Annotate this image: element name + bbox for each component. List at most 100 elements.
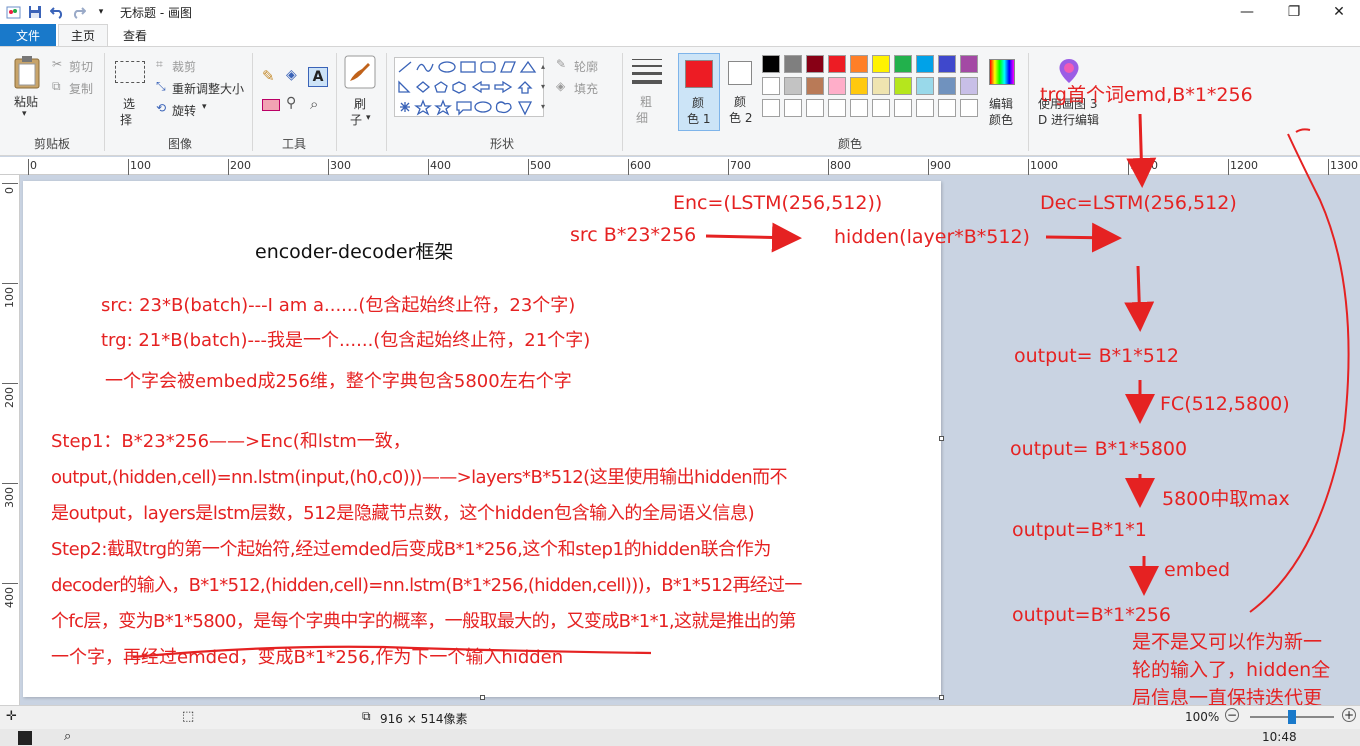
drawing-canvas[interactable]: encoder-decoder框架 src: 23*B(batch)---I a… [23,181,941,697]
maximize-icon[interactable]: ❐ [1271,0,1317,24]
palette-custom-slot[interactable] [960,99,978,117]
zoom-level: 100% [1185,710,1220,724]
start-icon[interactable] [18,731,32,745]
resize-icon: ⤡ [156,79,166,93]
palette-color-swatch[interactable] [784,77,802,95]
palette-color-swatch[interactable] [960,77,978,95]
zoom-in-button[interactable]: + [1342,708,1356,722]
palette-color-swatch[interactable] [806,77,824,95]
palette-custom-slot[interactable] [872,99,890,117]
tools-group-label: 工具 [281,137,306,151]
palette-color-swatch[interactable] [938,77,956,95]
eraser-icon[interactable] [262,99,280,111]
ruler-label: 400 [3,587,16,608]
fill-shape-button[interactable]: ◈ 填充 [556,79,616,96]
ruler-tick [928,159,929,175]
color-palette [762,55,984,125]
enc-label: Enc=(LSTM(256,512)) [673,192,883,214]
edit-colors-button[interactable]: 编辑 颜色 [986,55,1020,127]
crop-button[interactable]: ⌗ 裁剪 [156,57,216,74]
resize-button[interactable]: ⤡ 重新调整大小 [156,79,256,96]
ruler-label: 900 [930,159,951,172]
palette-color-swatch[interactable] [828,77,846,95]
customize-quick-access-icon[interactable]: ▾ [92,3,110,21]
palette-custom-slot[interactable] [894,99,912,117]
palette-custom-slot[interactable] [762,99,780,117]
cut-button[interactable]: ✂ 剪切 [52,57,102,74]
max-label: 5800中取max [1162,488,1290,510]
shapes-gallery[interactable] [394,57,544,117]
palette-custom-slot[interactable] [784,99,802,117]
outline-icon: ✎ [556,57,567,71]
color-2-label-1: 颜 [734,95,747,109]
size-label-1: 粗 [640,95,653,109]
color-1-button[interactable]: 颜 色 1 [678,53,720,131]
canvas-embed-line: 一个字会被embed成256维，整个字典包含5800左右个字 [105,371,572,392]
paste-label: 粘贴 [14,95,39,109]
ruler-tick [828,159,829,175]
ruler-tick [2,283,18,284]
palette-color-swatch[interactable] [762,55,780,73]
color-wheel-icon [989,59,1015,85]
palette-custom-slot[interactable] [938,99,956,117]
minimize-icon[interactable]: — [1224,0,1270,24]
undo-icon[interactable] [48,3,66,21]
palette-color-swatch[interactable] [762,77,780,95]
shapes-scroll[interactable]: ▴ ▾ ▾ [538,57,548,117]
palette-color-swatch[interactable] [850,55,868,73]
select-button[interactable]: 选 择 [112,55,148,127]
ruler-tick [228,159,229,175]
ruler-tick [1328,159,1329,175]
palette-color-swatch[interactable] [784,55,802,73]
canvas-resize-handle-corner[interactable] [939,695,944,700]
palette-color-swatch[interactable] [806,55,824,73]
palette-color-swatch[interactable] [938,55,956,73]
zoom-out-button[interactable]: − [1225,708,1239,722]
zoom-slider-thumb[interactable] [1288,710,1296,724]
palette-color-swatch[interactable] [916,55,934,73]
size-button[interactable]: 粗 细 [628,55,666,127]
size-label-2: 细 [636,111,649,125]
palette-custom-slot[interactable] [850,99,868,117]
palette-custom-slot[interactable] [916,99,934,117]
brush-icon [344,55,376,89]
palette-color-swatch[interactable] [872,77,890,95]
color-2-button[interactable]: 颜 色 2 [722,53,762,131]
ruler-label: 100 [3,287,16,308]
redo-icon[interactable] [70,3,88,21]
color-picker-icon[interactable]: ⚲ [286,95,304,113]
tab-file[interactable]: 文件 [0,24,56,46]
paint-app-icon [6,6,21,19]
palette-color-swatch[interactable] [828,55,846,73]
zoom-slider[interactable] [1250,710,1334,724]
magnifier-icon[interactable]: ⌕ [310,95,328,113]
pencil-icon[interactable]: ✎ [262,67,280,85]
save-icon[interactable] [26,3,44,21]
palette-color-swatch[interactable] [872,55,890,73]
tab-view[interactable]: 查看 [112,24,158,46]
rotate-button[interactable]: ⟲ 旋转 ▾ [156,101,216,118]
copy-button[interactable]: ⧉ 复制 [52,79,102,96]
palette-color-swatch[interactable] [894,77,912,95]
palette-color-swatch[interactable] [894,55,912,73]
close-icon[interactable]: ✕ [1316,0,1360,24]
palette-color-swatch[interactable] [960,55,978,73]
ruler-label: 600 [630,159,651,172]
palette-custom-slot[interactable] [828,99,846,117]
tab-home[interactable]: 主页 [58,24,108,46]
fill-icon[interactable]: ◈ [286,67,304,85]
canvas-resize-handle-bottom[interactable] [480,695,485,700]
ruler-label: 1200 [1230,159,1258,172]
brushes-button[interactable]: 刷 子 ▾ [342,53,378,129]
palette-custom-slot[interactable] [806,99,824,117]
canvas-resize-handle-right[interactable] [939,436,944,441]
palette-color-swatch[interactable] [850,77,868,95]
search-icon[interactable]: ⌕ [64,729,71,744]
clock: 10:48 [1262,730,1297,744]
text-icon[interactable]: A [308,67,328,87]
canvas-src-line: src: 23*B(batch)---I am a......(包含起始终止符，… [101,295,576,316]
paste-button[interactable]: 粘贴 ▾ [8,53,46,125]
outline-button[interactable]: ✎ 轮廓 [556,57,616,74]
palette-color-swatch[interactable] [916,77,934,95]
ruler-tick [128,159,129,175]
